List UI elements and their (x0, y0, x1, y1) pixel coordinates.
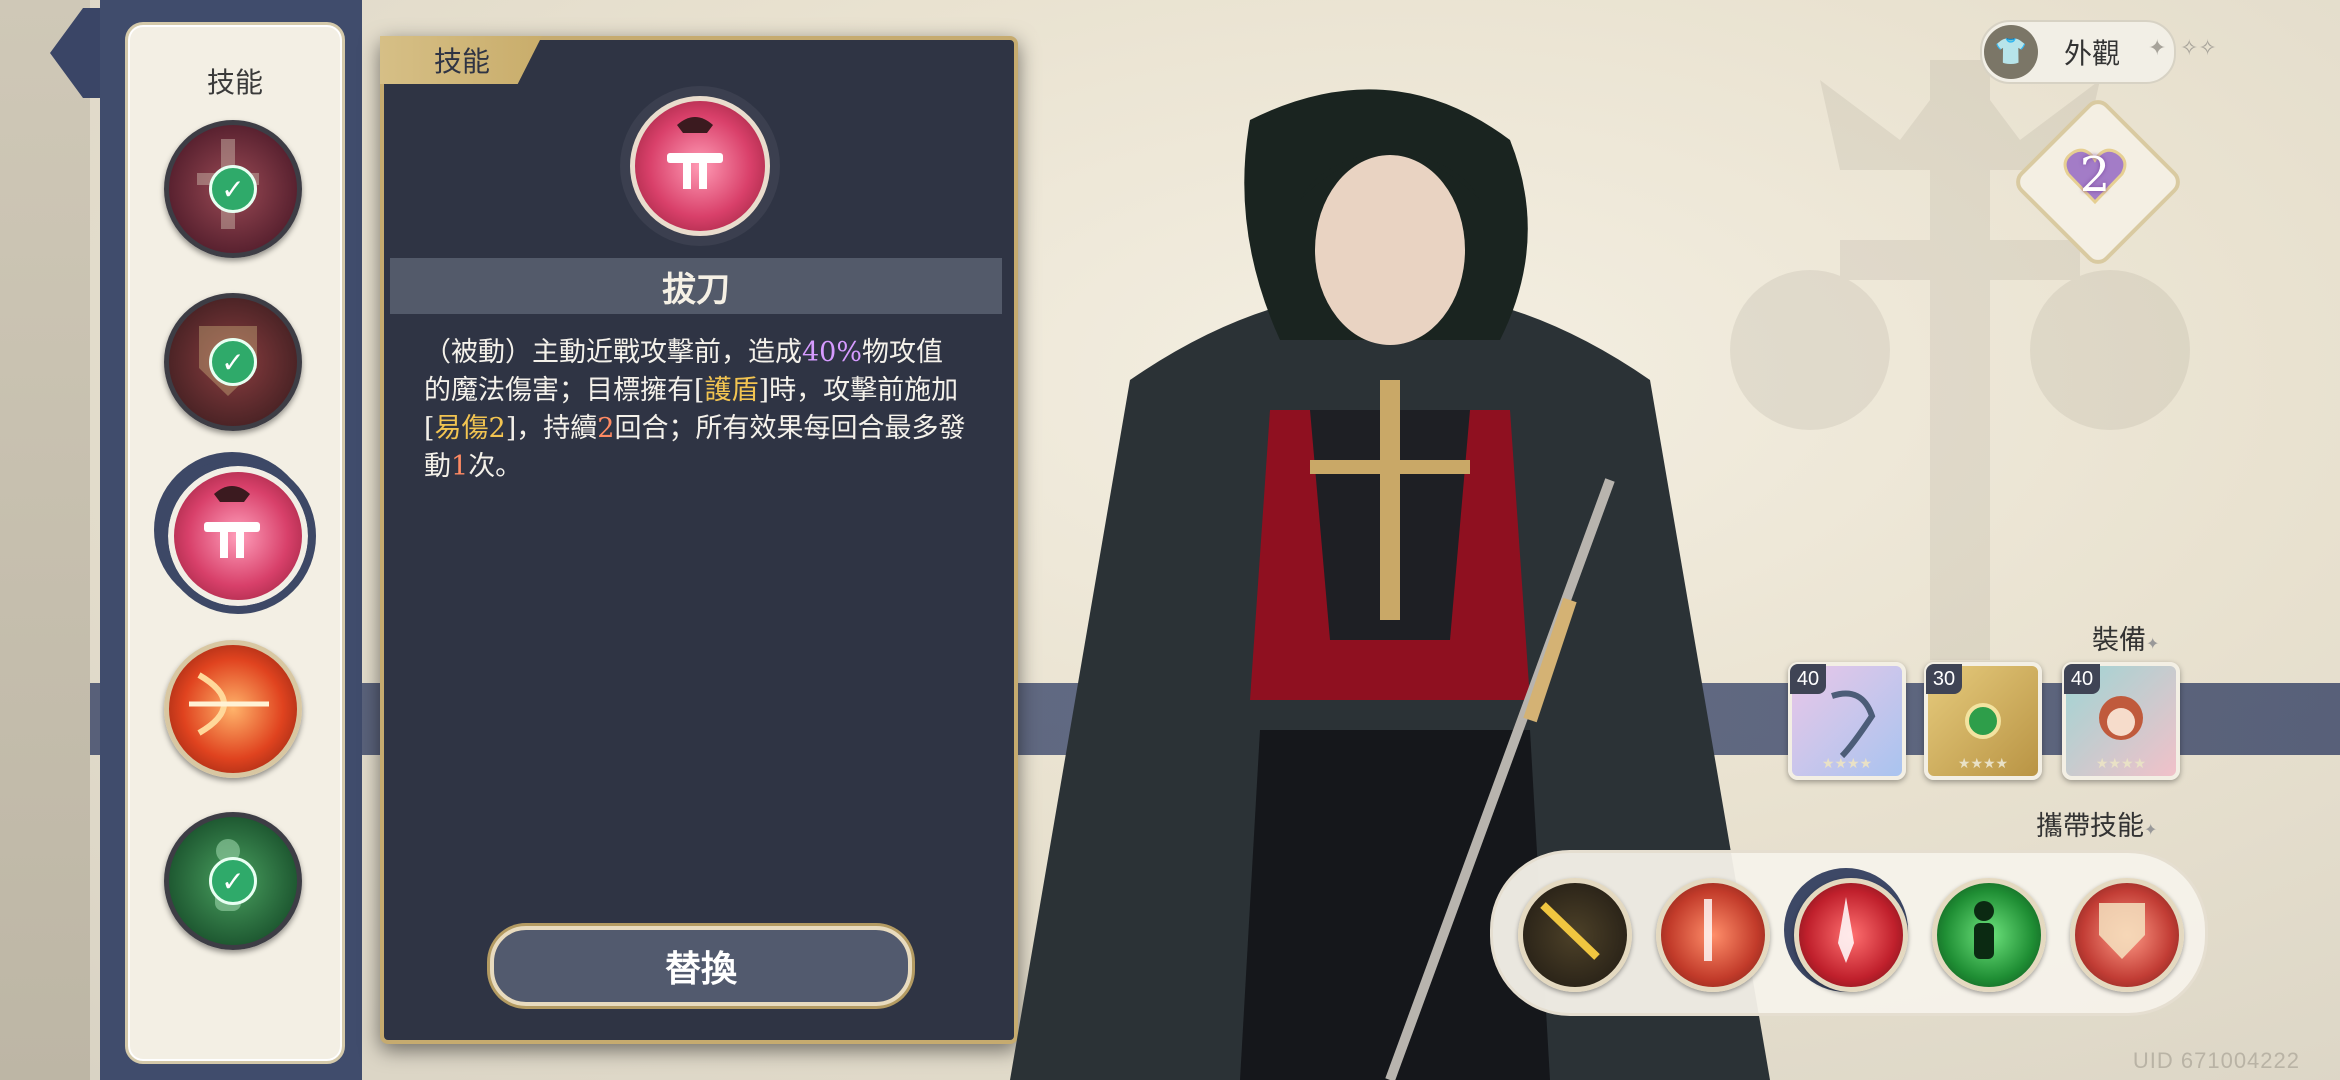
skill-description-line: 動1次。 (424, 448, 980, 486)
skill-description-text: 40% (802, 337, 863, 368)
left-frame (0, 0, 90, 1080)
skill-slot-2[interactable]: ✓ (164, 293, 302, 431)
skill-description-text: 動 (424, 451, 451, 482)
skill-description-text: ]時，攻擊前施加 (758, 375, 959, 406)
skill-description-text: 1 (451, 451, 469, 482)
carry-skill-4[interactable] (1932, 878, 2046, 992)
user-id: UID 671004222 (2132, 1048, 2300, 1073)
detail-tab: 技能 (380, 36, 542, 84)
check-icon: ✓ (209, 857, 257, 905)
equipment-slot-1[interactable]: 40 ★★★★ (1788, 662, 1906, 780)
appearance-label: 外觀 (2064, 37, 2121, 70)
equipment-label: 裝備✦ (2092, 625, 2160, 656)
carry-skills-label: 攜帶技能✦ (2036, 811, 2158, 842)
skill-slot-1[interactable]: ✓ (164, 120, 302, 258)
skill-description: （被動）主動近戰攻擊前，造成40%物攻值 的魔法傷害；目標擁有[護盾]時，攻擊前施… (424, 334, 980, 486)
carry-skill-3[interactable] (1794, 878, 1908, 992)
skill-description-text: （被動）主動近戰攻擊前，造成 (424, 337, 802, 368)
sparkle-icon: ✦ (2148, 36, 2167, 61)
equipment-level: 40 (1790, 664, 1826, 694)
carry-skill-5[interactable] (2070, 878, 2184, 992)
star-rating: ★★★★ (2095, 756, 2147, 772)
star-rating: ★★★★ (1957, 756, 2009, 772)
carry-skill-1[interactable] (1518, 878, 1632, 992)
skill-description-text: 護盾 (704, 375, 759, 406)
appearance-button[interactable]: 👕 外觀 (1980, 20, 2176, 84)
check-icon: ✓ (209, 338, 257, 386)
figure-icon (1974, 901, 1994, 959)
skill-description-text: 的魔法傷害；目標擁有[ (424, 375, 705, 406)
bow-icon (189, 672, 269, 736)
sword-burst-icon (1704, 899, 1712, 961)
skill-slot-5[interactable]: ✓ (164, 812, 302, 950)
skill-description-text: 物攻值 (862, 337, 944, 368)
skill-description-text: [ (424, 413, 435, 444)
equipment-slot-2[interactable]: 30 ★★★★ (1924, 662, 2042, 780)
skill-slot-4[interactable] (164, 640, 302, 778)
shield-crest-icon (2099, 903, 2145, 959)
equipment-level: 30 (1926, 664, 1962, 694)
skill-description-text: 2 (597, 413, 615, 444)
skill-description-line: [易傷2]，持續2回合；所有效果每回合最多發 (424, 410, 980, 448)
star-rating: ★★★★ (1821, 756, 1873, 772)
equipment-slot-3[interactable]: 40 ★★★★ (2062, 662, 2180, 780)
skill-slot-3-draw-sword[interactable] (160, 458, 316, 614)
skill-description-text: 回合；所有效果每回合最多發 (614, 413, 966, 444)
level-badge-value: 2 (2079, 147, 2111, 203)
crest-watermark (1730, 60, 2190, 660)
outfit-icon: 👕 (1984, 25, 2038, 79)
skill-description-line: （被動）主動近戰攻擊前，造成40%物攻值 (424, 334, 980, 372)
draw-sword-icon (667, 117, 723, 189)
sparkle-icon: ✧✧ (2180, 36, 2217, 61)
check-icon: ✓ (209, 165, 257, 213)
skill-name: 拔刀 (390, 258, 1002, 314)
draw-sword-icon (204, 486, 260, 558)
level-badge[interactable]: 2 (2060, 140, 2130, 210)
replace-button[interactable]: 替換 (490, 926, 912, 1006)
carry-skill-2[interactable] (1656, 878, 1770, 992)
golden-sword-icon (1540, 902, 1600, 960)
skill-description-line: 的魔法傷害；目標擁有[護盾]時，攻擊前施加 (424, 372, 980, 410)
equipment-level: 40 (2064, 664, 2100, 694)
blade-strike-icon (1838, 897, 1854, 963)
skill-column-title: 技能 (206, 66, 263, 99)
draw-sword-emblem-icon (630, 96, 770, 236)
skill-description-text: 次。 (468, 451, 523, 482)
skill-description-text: 易傷2 (434, 413, 506, 444)
skill-description-text: ]，持續 (505, 413, 598, 444)
